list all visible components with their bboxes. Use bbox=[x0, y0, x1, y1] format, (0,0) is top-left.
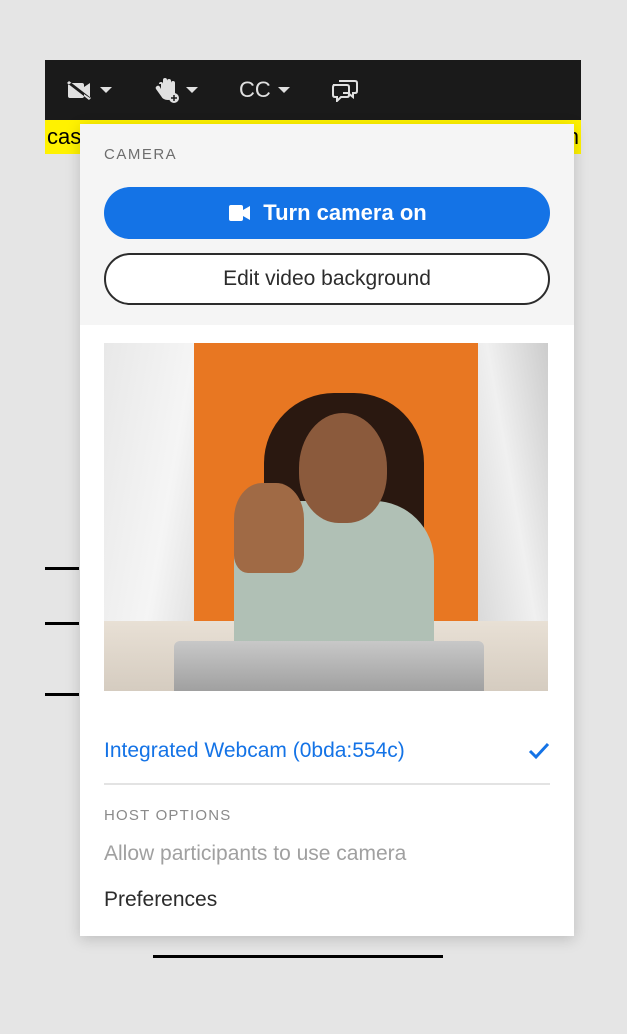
chevron-down-icon bbox=[185, 85, 199, 95]
check-icon bbox=[528, 742, 550, 760]
turn-camera-on-button[interactable]: Turn camera on bbox=[104, 187, 550, 239]
dropdown-header: CAMERA Turn camera on Edit video backgro… bbox=[80, 124, 574, 325]
device-section: Integrated Webcam (0bda:554c) bbox=[80, 713, 574, 785]
camera-preview bbox=[104, 343, 548, 691]
preview-section bbox=[80, 325, 574, 713]
chevron-down-icon bbox=[277, 85, 291, 95]
raise-hand-icon bbox=[153, 76, 179, 104]
host-options-section: HOST OPTIONS Allow participants to use c… bbox=[80, 785, 574, 936]
camera-off-icon bbox=[65, 80, 93, 100]
device-option[interactable]: Integrated Webcam (0bda:554c) bbox=[80, 713, 574, 783]
camera-toggle[interactable] bbox=[65, 80, 113, 100]
chat-button[interactable] bbox=[331, 78, 359, 102]
camera-dropdown: CAMERA Turn camera on Edit video backgro… bbox=[80, 124, 574, 936]
device-label: Integrated Webcam (0bda:554c) bbox=[104, 739, 405, 763]
chat-icon bbox=[331, 78, 359, 102]
dropdown-title: CAMERA bbox=[104, 146, 550, 163]
cc-label: CC bbox=[239, 77, 271, 103]
captions-toggle[interactable]: CC bbox=[239, 77, 291, 103]
allow-participants-option: Allow participants to use camera bbox=[104, 842, 550, 866]
turn-on-label: Turn camera on bbox=[263, 200, 426, 226]
host-options-title: HOST OPTIONS bbox=[104, 807, 550, 824]
chevron-down-icon bbox=[99, 85, 113, 95]
preferences-option[interactable]: Preferences bbox=[104, 888, 550, 912]
top-toolbar: CC bbox=[45, 60, 581, 120]
edit-bg-label: Edit video background bbox=[223, 267, 431, 291]
yellow-left-text: cas bbox=[47, 124, 81, 150]
edit-background-button[interactable]: Edit video background bbox=[104, 253, 550, 305]
camera-icon bbox=[227, 205, 251, 221]
raise-hand-toggle[interactable] bbox=[153, 76, 199, 104]
